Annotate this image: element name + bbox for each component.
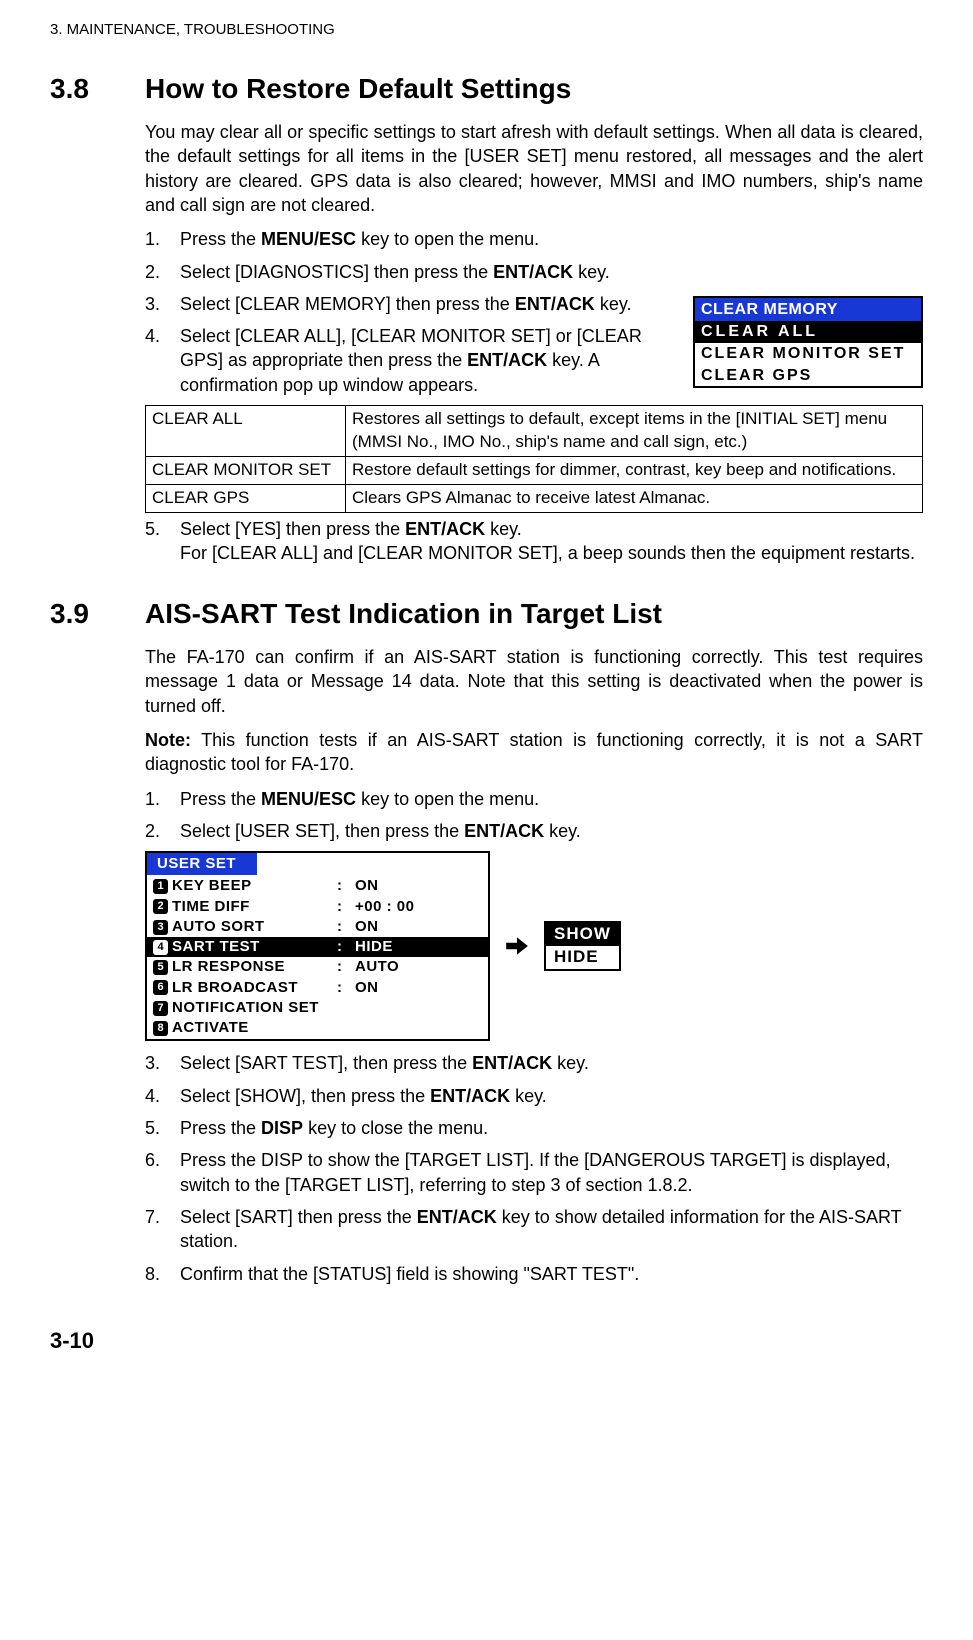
user-set-panel: USER SET 1 KEY BEEP : ON 2 TIME DIFF : +… [145,851,490,1041]
table-row: CLEAR MONITOR SET Restore default settin… [146,456,923,484]
steps-list-cont: Select [YES] then press the ENT/ACK key.… [145,517,923,566]
user-set-item: 7 NOTIFICATION SET [147,998,488,1018]
user-set-item: 5 LR RESPONSE : AUTO [147,957,488,977]
step-4: Select [CLEAR ALL], [CLEAR MONITOR SET] … [145,324,923,397]
page-header: 3. MAINTENANCE, TROUBLESHOOTING [50,20,923,40]
step-1: Press the MENU/ESC key to open the menu. [145,227,923,251]
num-badge: 2 [153,899,168,914]
step-7: Select [SART] then press the ENT/ACK key… [145,1205,923,1254]
step-3: CLEAR MEMORY CLEAR ALL CLEAR MONITOR SET… [145,292,923,316]
user-set-item: 6 LR BROADCAST : ON [147,978,488,998]
user-set-illustration: USER SET 1 KEY BEEP : ON 2 TIME DIFF : +… [145,851,923,1041]
step-3: Select [SART TEST], then press the ENT/A… [145,1051,923,1075]
num-badge: 1 [153,879,168,894]
show-hide-option: HIDE [546,946,619,969]
step-8: Confirm that the [STATUS] field is showi… [145,1262,923,1286]
arrow-right-icon [504,933,530,959]
table-row: CLEAR GPS Clears GPS Almanac to receive … [146,484,923,512]
num-badge: 3 [153,920,168,935]
step-6: Press the DISP to show the [TARGET LIST]… [145,1148,923,1197]
step-5: Press the DISP key to close the menu. [145,1116,923,1140]
user-set-item: 8 ACTIVATE [147,1018,488,1038]
show-hide-selected: SHOW [546,923,619,946]
user-set-item-selected: 4 SART TEST : HIDE [147,937,488,957]
clear-memory-title: CLEAR MEMORY [695,298,921,322]
num-badge: 5 [153,960,168,975]
user-set-item: 3 AUTO SORT : ON [147,917,488,937]
steps-list-cont: Select [SART TEST], then press the ENT/A… [145,1051,923,1285]
section-number: 3.8 [50,70,145,108]
num-badge: 7 [153,1001,168,1016]
step-5: Select [YES] then press the ENT/ACK key.… [145,517,923,566]
user-set-item: 1 KEY BEEP : ON [147,876,488,896]
step-2: Select [DIAGNOSTICS] then press the ENT/… [145,260,923,284]
clear-options-table: CLEAR ALL Restores all settings to defau… [145,405,923,513]
user-set-title: USER SET [147,853,257,875]
step-4: Select [SHOW], then press the ENT/ACK ke… [145,1084,923,1108]
section-title: How to Restore Default Settings [145,70,571,108]
user-set-item: 2 TIME DIFF : +00 : 00 [147,897,488,917]
num-badge: 4 [153,940,168,955]
step-1: Press the MENU/ESC key to open the menu. [145,787,923,811]
section-intro: The FA-170 can confirm if an AIS-SART st… [145,645,923,718]
table-row: CLEAR ALL Restores all settings to defau… [146,406,923,457]
num-badge: 8 [153,1021,168,1036]
section-3-9: 3.9 AIS-SART Test Indication in Target L… [50,595,923,1286]
step-2: Select [USER SET], then press the ENT/AC… [145,819,923,843]
steps-list: Press the MENU/ESC key to open the menu.… [145,227,923,397]
section-intro: You may clear all or specific settings t… [145,120,923,217]
section-title: AIS-SART Test Indication in Target List [145,595,662,633]
section-3-8: 3.8 How to Restore Default Settings You … [50,70,923,565]
page-number: 3-10 [50,1326,923,1356]
section-number: 3.9 [50,595,145,633]
note: Note: This function tests if an AIS-SART… [145,728,923,777]
num-badge: 6 [153,980,168,995]
show-hide-panel: SHOW HIDE [544,921,621,971]
steps-list: Press the MENU/ESC key to open the menu.… [145,787,923,844]
